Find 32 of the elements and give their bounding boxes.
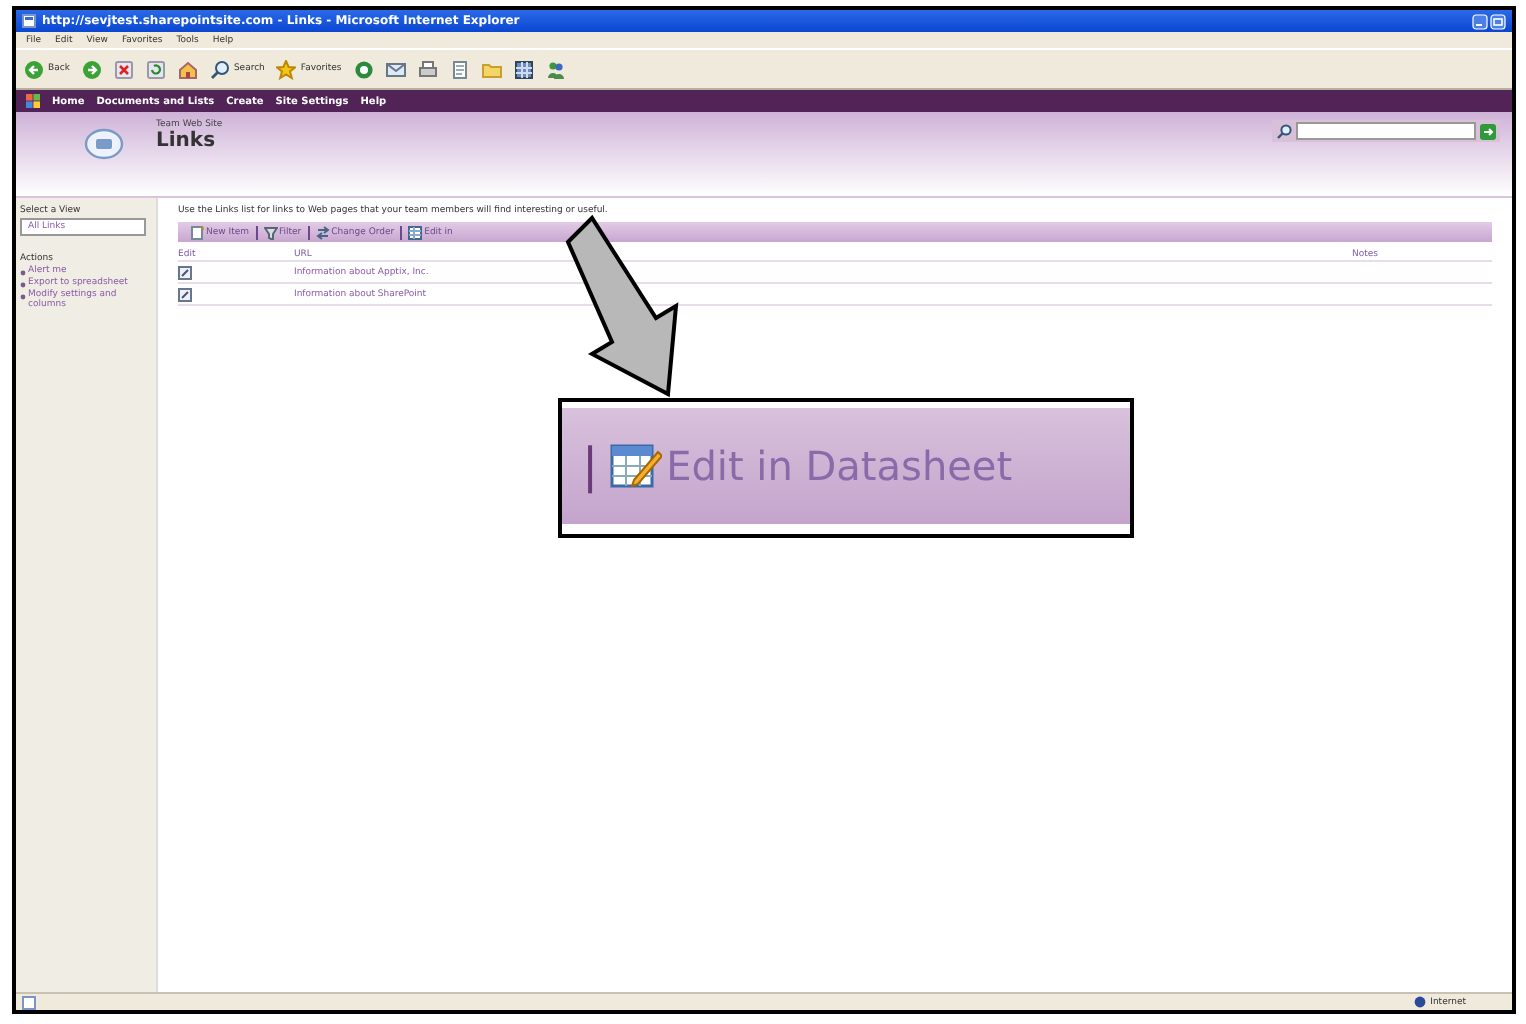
search-icon <box>209 59 230 79</box>
arrows-icon <box>315 225 330 239</box>
separator: | <box>582 438 599 494</box>
bullet-icon <box>20 281 26 287</box>
grid-icon[interactable] <box>513 59 534 79</box>
restore-icon[interactable] <box>1490 13 1506 29</box>
refresh-icon[interactable] <box>145 59 166 79</box>
datasheet-edit-icon <box>610 440 663 492</box>
house-icon[interactable] <box>177 59 198 79</box>
search-field[interactable] <box>1296 122 1476 140</box>
back-arrow-icon <box>24 59 44 79</box>
site-logo-icon <box>84 128 124 160</box>
minimize-icon[interactable] <box>1472 13 1488 29</box>
page-title: Links <box>156 130 218 152</box>
datasheet-icon <box>408 225 423 239</box>
star-icon <box>276 59 297 79</box>
people-icon[interactable] <box>545 59 566 79</box>
funnel-icon <box>263 225 277 239</box>
bullet-icon <box>20 293 26 299</box>
search-icon <box>1276 123 1292 139</box>
page-icon <box>22 14 36 28</box>
printer-icon[interactable] <box>417 59 438 79</box>
bullet-icon <box>20 269 26 275</box>
logo-icon <box>26 94 40 108</box>
go-arrow-icon[interactable] <box>1480 123 1496 139</box>
envelope-icon[interactable] <box>385 59 406 79</box>
globe-icon <box>1414 996 1427 1008</box>
forward-arrow-icon[interactable] <box>81 59 102 79</box>
edit-icon[interactable] <box>178 287 192 301</box>
page-icon <box>22 995 36 1009</box>
stop-icon[interactable] <box>113 59 134 79</box>
edit-icon[interactable] <box>178 265 192 279</box>
